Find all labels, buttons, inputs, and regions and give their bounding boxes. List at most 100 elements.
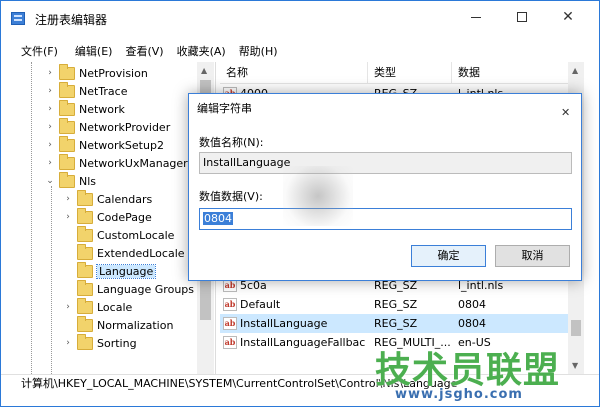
- maximize-button[interactable]: [499, 1, 545, 33]
- menu-file[interactable]: 文件(F): [1, 42, 65, 62]
- tree-node-label: Nls: [79, 174, 97, 188]
- close-icon: ✕: [561, 106, 571, 119]
- tree-node[interactable]: › Locale: [63, 297, 133, 316]
- scroll-up-icon[interactable]: ▲: [201, 66, 207, 75]
- folder-icon: [59, 135, 75, 152]
- tree-node[interactable]: ⌄ Nls: [45, 171, 97, 190]
- close-button[interactable]: ✕: [545, 1, 591, 33]
- tree-node-label: Network: [79, 102, 125, 116]
- chevron-right-icon[interactable]: ›: [63, 338, 73, 348]
- column-data[interactable]: 数据: [452, 62, 568, 84]
- window-title: 注册表编辑器: [35, 13, 108, 27]
- chevron-right-icon[interactable]: ›: [45, 122, 55, 132]
- chevron-down-icon[interactable]: ⌄: [45, 176, 55, 186]
- cancel-button[interactable]: 取消: [495, 245, 570, 267]
- dialog-close-button[interactable]: ✕: [553, 96, 579, 119]
- folder-icon: [59, 81, 75, 98]
- tree-node[interactable]: Language: [63, 261, 157, 280]
- tree-guide-line: [51, 186, 52, 374]
- folder-icon: [77, 279, 93, 296]
- blur-overlay: [283, 166, 353, 226]
- list-header: 名称 类型 数据: [220, 62, 568, 84]
- ok-button[interactable]: 确定: [411, 245, 486, 267]
- tree-node-label: Locale: [97, 300, 133, 314]
- tree-node-label: Sorting: [97, 336, 137, 350]
- column-type[interactable]: 类型: [368, 62, 452, 84]
- close-icon: ✕: [562, 9, 574, 25]
- folder-icon: [77, 243, 93, 260]
- folder-icon: [77, 297, 93, 314]
- value-name: InstallLanguageFallback: [240, 336, 366, 349]
- chevron-right-icon[interactable]: ›: [45, 68, 55, 78]
- folder-icon: [77, 189, 93, 206]
- tree-node-label: CodePage: [97, 210, 152, 224]
- value-name: InstallLanguage: [240, 317, 328, 330]
- folder-icon: [77, 315, 93, 332]
- folder-icon: [59, 63, 75, 80]
- tree-node[interactable]: › Calendars: [63, 189, 153, 208]
- column-name[interactable]: 名称: [220, 62, 368, 84]
- value-data: 0804: [458, 317, 486, 330]
- registry-editor-icon: [11, 12, 25, 25]
- tree-guide-line: [31, 62, 32, 374]
- string-value-icon: ab: [223, 336, 237, 349]
- tree-node[interactable]: Normalization: [63, 315, 173, 334]
- tree-node-label: NetworkSetup2: [79, 138, 164, 152]
- minimize-button[interactable]: [453, 1, 499, 33]
- folder-icon: [59, 153, 75, 170]
- watermark-url: www.jsgho.com: [395, 387, 523, 402]
- dialog-title: 编辑字符串: [197, 102, 252, 115]
- watermark-logo: 技术员联盟 www.jsgho.com: [375, 341, 597, 402]
- tree-node-label: NetProvision: [79, 66, 148, 80]
- chevron-right-icon[interactable]: ›: [45, 86, 55, 96]
- title-bar: 注册表编辑器 ✕: [1, 1, 599, 37]
- tree-node[interactable]: › Network: [45, 99, 125, 118]
- tree-node-label: NetworkUxManager: [79, 156, 188, 170]
- chevron-right-icon[interactable]: ›: [45, 104, 55, 114]
- tree-node[interactable]: › NetProvision: [45, 63, 148, 82]
- value-data-input[interactable]: 0804: [199, 208, 572, 230]
- folder-icon: [77, 333, 93, 350]
- menu-bar: 文件(F) 编辑(E) 查看(V) 收藏夹(A) 帮助(H): [1, 42, 285, 62]
- folder-icon: [77, 261, 93, 278]
- edit-string-dialog: 编辑字符串 ✕ 数值名称(N): InstallLanguage 数值数据(V)…: [188, 93, 582, 281]
- tree-node[interactable]: Language Groups: [63, 279, 194, 298]
- tree-node-label: Calendars: [97, 192, 153, 206]
- value-data-text: 0804: [203, 212, 233, 225]
- value-type: REG_SZ: [374, 317, 418, 330]
- list-scroll-thumb[interactable]: [571, 320, 581, 336]
- list-row[interactable]: ab Default REG_SZ 0804: [220, 295, 568, 314]
- string-value-icon: ab: [223, 298, 237, 311]
- value-name-field[interactable]: InstallLanguage: [199, 152, 572, 174]
- tree-node-label: Language: [95, 263, 157, 279]
- tree-node-label: NetworkProvider: [79, 120, 171, 134]
- chevron-right-icon[interactable]: ›: [63, 212, 73, 222]
- registry-tree[interactable]: › NetProvision › NetTrace › Network › NetworkPr…: [21, 62, 213, 374]
- scroll-up-icon[interactable]: ▲: [572, 66, 578, 75]
- value-name-label: 数值名称(N):: [199, 136, 264, 149]
- folder-icon: [59, 117, 75, 134]
- chevron-right-icon[interactable]: ›: [63, 302, 73, 312]
- chevron-right-icon[interactable]: ›: [45, 158, 55, 168]
- tree-node[interactable]: ExtendedLocale: [63, 243, 185, 262]
- menu-favorites[interactable]: 收藏夹(A): [171, 42, 233, 62]
- menu-edit[interactable]: 编辑(E): [65, 42, 120, 62]
- value-data: 0804: [458, 298, 486, 311]
- tree-node-label: NetTrace: [79, 84, 128, 98]
- list-row[interactable]: ab InstallLanguage REG_SZ 0804: [220, 314, 568, 333]
- chevron-right-icon[interactable]: ›: [45, 140, 55, 150]
- tree-node[interactable]: › Sorting: [63, 333, 137, 352]
- tree-node-label: ExtendedLocale: [97, 246, 185, 260]
- menu-view[interactable]: 查看(V): [119, 42, 170, 62]
- menu-help[interactable]: 帮助(H): [233, 42, 285, 62]
- chevron-right-icon[interactable]: ›: [63, 194, 73, 204]
- tree-node[interactable]: CustomLocale: [63, 225, 175, 244]
- tree-node[interactable]: › CodePage: [63, 207, 152, 226]
- maximize-icon: [517, 12, 527, 22]
- tree-node[interactable]: › NetworkSetup2: [45, 135, 164, 154]
- tree-node-label: CustomLocale: [97, 228, 175, 242]
- tree-node[interactable]: › NetTrace: [45, 81, 128, 100]
- tree-node[interactable]: › NetworkProvider: [45, 117, 171, 136]
- tree-node[interactable]: › NetworkUxManager: [45, 153, 188, 172]
- folder-icon: [59, 171, 75, 188]
